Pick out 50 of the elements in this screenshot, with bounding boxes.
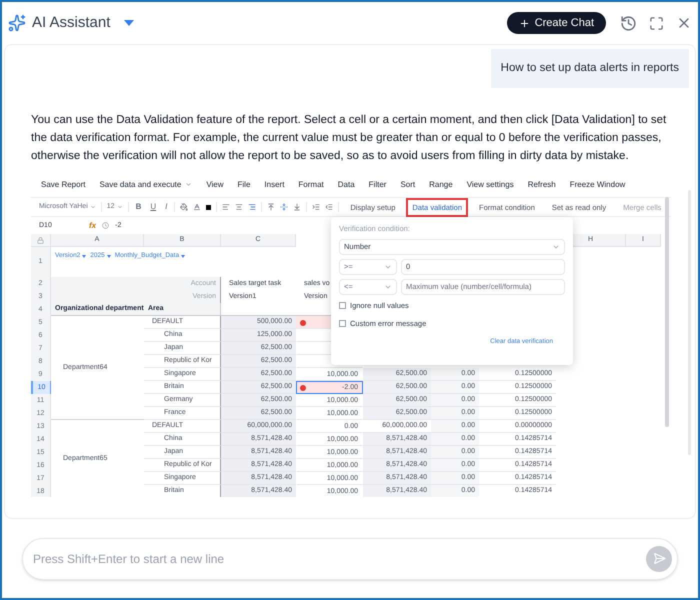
caret-icon <box>82 254 86 258</box>
error-icon <box>300 320 306 326</box>
error-icon <box>300 385 306 392</box>
fullscreen-icon[interactable] <box>649 16 664 30</box>
menu-item[interactable]: Refresh <box>528 178 556 191</box>
message-input[interactable]: Press Shift+Enter to start a new line <box>22 538 678 580</box>
menu-item[interactable]: View settings <box>466 178 514 191</box>
chevron-icon <box>185 181 192 188</box>
menu-item[interactable]: Format <box>298 178 324 191</box>
align-center-icon[interactable] <box>235 203 244 212</box>
sparkle-icon <box>8 14 26 32</box>
menu-item[interactable]: Data <box>338 178 355 191</box>
format-toggle[interactable]: B <box>134 201 144 214</box>
lock-icon <box>37 236 44 244</box>
menu-item[interactable]: Range <box>429 178 453 191</box>
menu-item[interactable]: Freeze Window <box>570 178 626 191</box>
align-middle-icon[interactable] <box>280 203 288 212</box>
caret-icon <box>181 254 186 258</box>
caret-icon <box>106 254 111 258</box>
indent-icon[interactable] <box>312 203 320 212</box>
history-icon[interactable] <box>620 14 637 32</box>
menu-item[interactable]: Save data and execute <box>99 178 192 191</box>
chevron-icon <box>116 204 123 210</box>
chevron-icon <box>90 204 96 210</box>
menu-item[interactable]: Filter <box>368 178 386 191</box>
format-toggle[interactable]: I <box>163 201 170 214</box>
menu-item[interactable]: Insert <box>264 178 284 191</box>
align-left-icon[interactable] <box>222 203 230 212</box>
checkbox[interactable] <box>339 302 346 309</box>
align-bottom-icon[interactable] <box>293 203 302 212</box>
menu-item[interactable]: Sort <box>400 178 416 191</box>
plus-icon <box>518 18 530 28</box>
color-swatch-icon[interactable] <box>206 204 212 210</box>
menu-item[interactable]: View <box>206 178 224 191</box>
user-message: How to set up data alerts in reports <box>490 49 689 88</box>
scrollbar[interactable] <box>665 197 669 428</box>
checkbox[interactable] <box>339 320 346 327</box>
dropdown-icon[interactable] <box>124 20 134 26</box>
text-color-icon[interactable] <box>193 203 202 212</box>
menu-item[interactable]: File <box>238 178 250 191</box>
create-chat-button[interactable]: Create Chat <box>506 12 606 34</box>
clock-icon[interactable] <box>102 222 110 230</box>
app-title: AI Assistant <box>32 12 110 33</box>
format-toggle[interactable]: U <box>148 201 158 214</box>
fill-color-icon[interactable] <box>180 203 188 212</box>
outdent-icon[interactable] <box>325 203 334 212</box>
align-right-icon[interactable] <box>248 203 256 212</box>
menu-item[interactable]: Save Report <box>41 178 86 191</box>
align-top-icon[interactable] <box>267 203 276 212</box>
assistant-message: You can use the Data Validation feature of the report. Select a cell or a certain moment, and then click [Data Validation] to set the data verification format. For example, the current value must be greater than or equal to 0 before the verification passes, otherwise the verification will not allow the report to be saved, so as to avoid users from filling in dirty data by mistake. <box>31 113 668 164</box>
